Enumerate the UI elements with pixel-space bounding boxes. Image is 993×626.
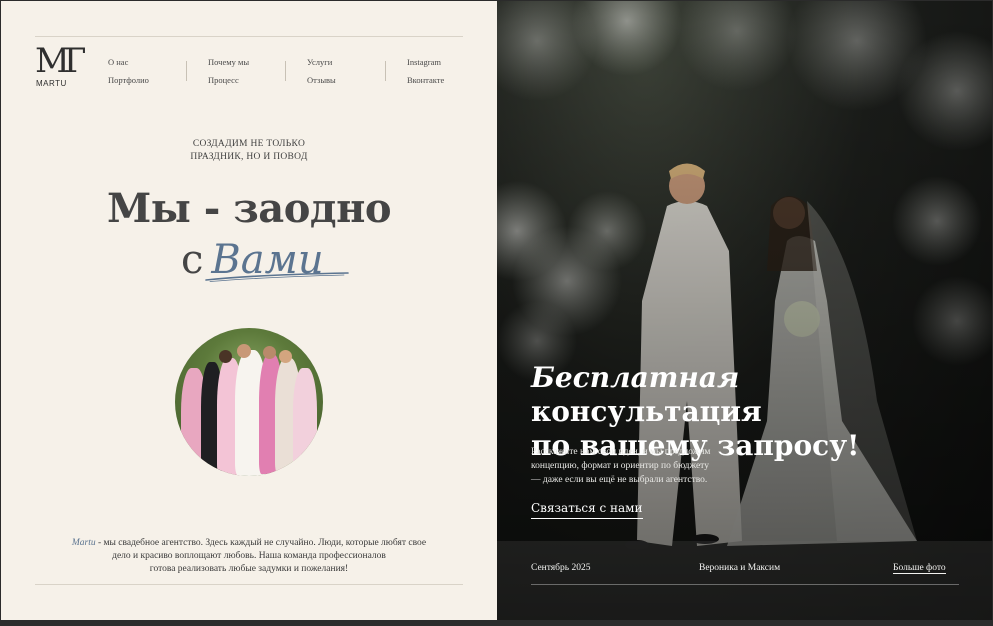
- couple-names: Вероника и Максим: [699, 563, 781, 573]
- right-panel: Бесплатная консультация по вашему запрос…: [497, 1, 992, 620]
- consultation-title-italic: Бесплатная: [531, 361, 740, 394]
- nav-column-2: Почему мы Процесс: [208, 55, 249, 91]
- about-line-3: готова реализовать любые задумки и пожел…: [149, 564, 349, 574]
- left-panel: MГ MARTU О нас Портфолио Почему мы Проце…: [1, 1, 497, 620]
- wedding-photo-background: [497, 1, 992, 620]
- bottom-divider: [35, 584, 463, 585]
- page: MГ MARTU О нас Портфолио Почему мы Проце…: [1, 1, 992, 620]
- headline-prefix: с: [181, 237, 204, 283]
- nav-column-4: Instagram Вконтакте: [407, 55, 444, 91]
- contact-us-link[interactable]: Связаться с нами: [531, 501, 643, 519]
- nav-link-process[interactable]: Процесс: [208, 73, 249, 91]
- hero-tagline: СОЗДАДИМ НЕ ТОЛЬКО ПРАЗДНИК, НО И ПОВОД: [1, 138, 497, 164]
- consultation-text-line-2: концепцию, формат и ориентир по бюджету: [531, 461, 709, 471]
- nav-link-services[interactable]: Услуги: [307, 55, 336, 73]
- nav-divider: [285, 61, 286, 81]
- nav-link-why-us[interactable]: Почему мы: [208, 55, 249, 73]
- nav-divider: [186, 61, 187, 81]
- more-photos-link[interactable]: Больше фото: [893, 563, 946, 574]
- consultation-title-rest: консультация: [531, 395, 762, 428]
- main-nav: О нас Портфолио Почему мы Процесс Услуги…: [108, 55, 468, 89]
- about-line-2: дело и красиво воплощают любовь. Наша ко…: [112, 551, 386, 561]
- logo[interactable]: MГ MARTU: [35, 41, 89, 93]
- group-photo: [175, 328, 323, 476]
- tagline-line-2: ПРАЗДНИК, НО И ПОВОД: [190, 152, 308, 162]
- nav-link-reviews[interactable]: Отзывы: [307, 73, 336, 91]
- consultation-text-line-1: Расскажите нам свои идеи, и мы предложим: [531, 447, 711, 457]
- logo-monogram: MГ: [35, 41, 86, 81]
- event-date: Сентябрь 2025: [531, 563, 591, 573]
- consultation-text-line-3: — даже если вы ещё не выбрали агентство.: [531, 475, 708, 485]
- nav-link-about[interactable]: О нас: [108, 55, 149, 73]
- logo-wordmark: MARTU: [36, 79, 67, 88]
- about-text: Martu - мы свадебное агентство. Здесь ка…: [31, 537, 467, 576]
- tagline-line-1: СОЗДАДИМ НЕ ТОЛЬКО: [192, 139, 306, 149]
- nav-link-portfolio[interactable]: Портфолио: [108, 73, 149, 91]
- nav-column-3: Услуги Отзывы: [307, 55, 336, 91]
- right-bottom-divider: [531, 584, 959, 585]
- hero-headline-line-1: Мы - заодно: [106, 185, 392, 232]
- nav-column-1: О нас Портфолио: [108, 55, 149, 91]
- underline-swash: [205, 272, 349, 282]
- consultation-description: Расскажите нам свои идеи, и мы предложим…: [531, 445, 771, 487]
- about-brand: Martu: [71, 538, 96, 548]
- nav-link-instagram[interactable]: Instagram: [407, 55, 444, 73]
- top-divider: [35, 36, 463, 37]
- nav-divider: [385, 61, 386, 81]
- nav-link-vkontakte[interactable]: Вконтакте: [407, 73, 444, 91]
- about-line-1: - мы свадебное агентство. Здесь каждый н…: [95, 538, 427, 548]
